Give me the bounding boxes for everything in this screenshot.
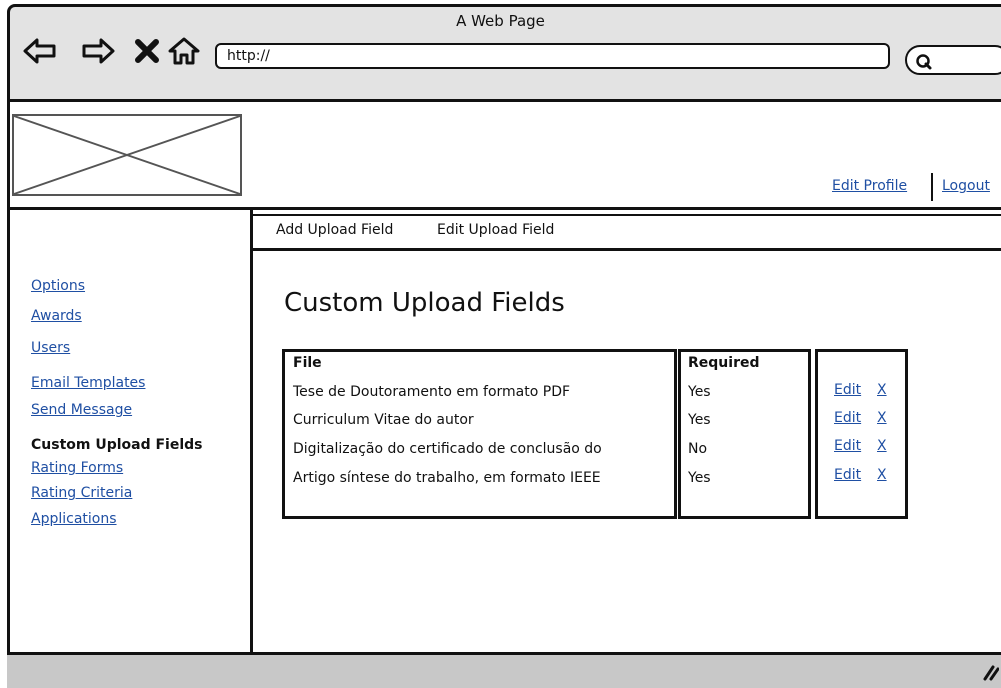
stop-icon[interactable] xyxy=(130,36,166,66)
edit-link[interactable]: Edit xyxy=(834,382,861,398)
delete-link[interactable]: X xyxy=(877,467,887,483)
required-column xyxy=(678,349,811,519)
required-column-header: Required xyxy=(688,355,760,371)
delete-link[interactable]: X xyxy=(877,382,887,398)
sidebar-item-applications[interactable]: Applications xyxy=(31,511,117,527)
status-bar xyxy=(7,653,1001,688)
sidebar-item-options[interactable]: Options xyxy=(31,278,85,294)
tab-bar-top-border xyxy=(253,214,1001,216)
header-divider xyxy=(7,207,1001,210)
home-icon[interactable] xyxy=(166,36,202,66)
file-column xyxy=(282,349,677,519)
status-bar-divider xyxy=(7,652,1001,655)
url-bar[interactable]: http:// xyxy=(215,43,890,69)
sidebar-item-awards[interactable]: Awards xyxy=(31,308,82,324)
search-box[interactable] xyxy=(905,45,1001,75)
resize-grip-icon[interactable] xyxy=(983,663,999,681)
delete-link[interactable]: X xyxy=(877,410,887,426)
search-icon xyxy=(916,54,932,70)
table-row-required: Yes xyxy=(688,470,711,486)
edit-link[interactable]: Edit xyxy=(834,467,861,483)
tab-add-upload-field[interactable]: Add Upload Field xyxy=(276,222,393,238)
edit-profile-link[interactable]: Edit Profile xyxy=(832,178,907,194)
header-separator xyxy=(931,173,933,201)
page-title: Custom Upload Fields xyxy=(284,288,565,318)
browser-window-frame xyxy=(7,4,1001,680)
table-row-required: No xyxy=(688,441,708,457)
logo-placeholder xyxy=(12,114,242,196)
table-row-file: Curriculum Vitae do autor xyxy=(293,412,474,428)
tab-bar-bottom-border xyxy=(253,248,1001,251)
forward-arrow-icon[interactable] xyxy=(80,36,116,66)
sidebar-item-rating-criteria[interactable]: Rating Criteria xyxy=(31,485,132,501)
delete-link[interactable]: X xyxy=(877,438,887,454)
sidebar-item-custom-upload-fields: Custom Upload Fields xyxy=(31,437,203,453)
actions-column xyxy=(815,349,908,519)
url-text: http:// xyxy=(227,48,270,64)
sidebar-item-send-message[interactable]: Send Message xyxy=(31,402,132,418)
sidebar-divider xyxy=(250,210,253,653)
file-column-header: File xyxy=(293,355,322,371)
back-arrow-icon[interactable] xyxy=(22,36,58,66)
tab-edit-upload-field[interactable]: Edit Upload Field xyxy=(437,222,554,238)
edit-link[interactable]: Edit xyxy=(834,438,861,454)
table-row-file: Digitalização do certificado de conclusã… xyxy=(293,441,602,457)
sidebar-item-users[interactable]: Users xyxy=(31,340,70,356)
table-row-file: Tese de Doutoramento em formato PDF xyxy=(293,384,571,400)
window-title: A Web Page xyxy=(456,12,545,30)
logout-link[interactable]: Logout xyxy=(942,178,990,194)
sidebar-item-email-templates[interactable]: Email Templates xyxy=(31,375,145,391)
sidebar-item-rating-forms[interactable]: Rating Forms xyxy=(31,460,123,476)
table-row-required: Yes xyxy=(688,384,711,400)
edit-link[interactable]: Edit xyxy=(834,410,861,426)
toolbar-divider xyxy=(7,99,1001,102)
table-row-file: Artigo síntese do trabalho, em formato I… xyxy=(293,470,601,486)
table-row-required: Yes xyxy=(688,412,711,428)
